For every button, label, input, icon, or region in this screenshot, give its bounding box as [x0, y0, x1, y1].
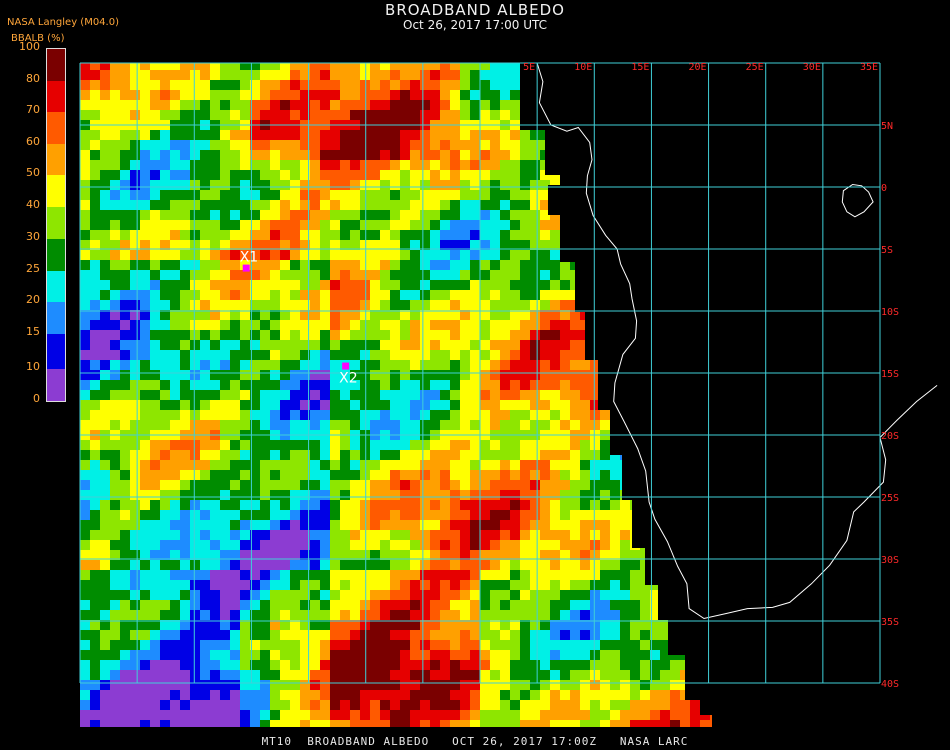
producer-label: NASA Langley (M04.0)	[7, 17, 119, 28]
latitude-label: 40S	[881, 679, 899, 690]
colorbar-swatch	[47, 302, 65, 334]
site-marker-label: X1	[240, 250, 259, 266]
latitude-label: 5S	[881, 245, 893, 256]
latitude-label: 10S	[881, 307, 899, 318]
latitude-label: 0	[881, 183, 887, 194]
albedo-satellite-map: 5E 10E 15E 20E 25E 30E 35E 5N 0 5S 10S 15S 20S 25S 30S…	[0, 0, 950, 750]
colorbar-swatch	[47, 369, 65, 401]
colorbar-swatch	[47, 112, 65, 144]
colorbar-swatch	[47, 81, 65, 112]
colorbar-swatch	[47, 334, 65, 369]
colorbar-tick-label: 50	[26, 166, 40, 179]
site-marker-square	[242, 264, 250, 272]
colorbar-tick-label: 60	[26, 135, 40, 148]
colorbar-swatch	[47, 239, 65, 271]
latitude-label: 20S	[881, 431, 899, 442]
longitude-label: 30E	[803, 62, 821, 73]
colorbar-tick-label: 70	[26, 103, 40, 116]
colorbar-swatch	[47, 207, 65, 239]
colorbar-tick-label: 100	[19, 40, 40, 53]
longitude-label: 20E	[689, 62, 707, 73]
map-canvas[interactable]: 5E 10E 15E 20E 25E 30E 35E 5N 0 5S 10S 15S 20S 25S 30S…	[0, 0, 950, 750]
latitude-label: 35S	[881, 617, 899, 628]
latitude-label: 15S	[881, 369, 899, 380]
latitude-label: 30S	[881, 555, 899, 566]
longitude-label: 15E	[631, 62, 649, 73]
longitude-label: 25E	[746, 62, 764, 73]
colorbar-swatch	[47, 49, 65, 81]
latitude-label: 5N	[881, 121, 893, 132]
longitude-label: 35E	[860, 62, 878, 73]
colorbar-swatch	[47, 175, 65, 207]
colorbar-swatch	[47, 144, 65, 175]
colorbar-tick-label: 30	[26, 230, 40, 243]
longitude-label: 5E	[523, 62, 535, 73]
longitude-label: 10E	[574, 62, 592, 73]
site-marker-square	[342, 362, 350, 370]
colorbar-swatch	[47, 271, 65, 302]
map-title: BROADBAND ALBEDO	[385, 1, 565, 19]
colorbar-tick-label: 10	[26, 360, 40, 373]
colorbar	[46, 48, 66, 402]
colorbar-tick-label: 40	[26, 198, 40, 211]
lake-victoria-outline	[841, 183, 874, 218]
site-marker-label: X2	[339, 371, 358, 387]
colorbar-tick-label: 80	[26, 72, 40, 85]
colorbar-tick-label: 25	[26, 262, 40, 275]
albedo-data-field	[80, 63, 712, 727]
colorbar-tick-label: 0	[33, 392, 40, 405]
footer-caption: MT10 BROADBAND ALBEDO OCT 26, 2017 17:00…	[261, 735, 689, 748]
latitude-label: 25S	[881, 493, 899, 504]
colorbar-tick-label: 15	[26, 325, 40, 338]
map-timestamp: Oct 26, 2017 17:00 UTC	[403, 18, 547, 32]
colorbar-tick-label: 20	[26, 293, 40, 306]
